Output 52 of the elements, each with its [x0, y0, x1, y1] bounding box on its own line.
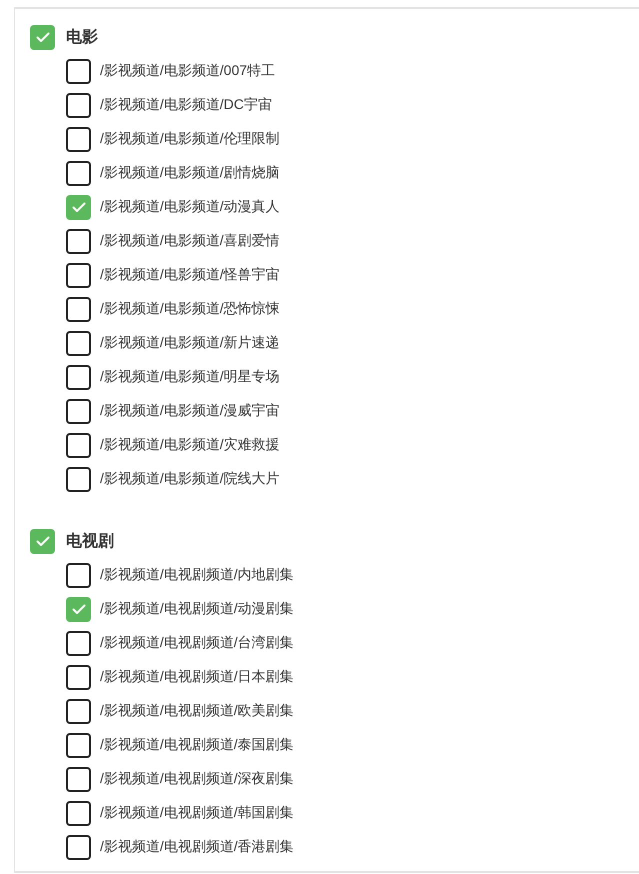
- channel-path-label: /影视频道/电影频道/DC宇宙: [100, 96, 272, 114]
- channel-path-label: /影视频道/电视剧频道/香港剧集: [100, 838, 294, 856]
- checkbox[interactable]: [66, 732, 91, 758]
- checkbox[interactable]: [66, 800, 91, 826]
- channel-path-label: /影视频道/电影频道/漫威宇宙: [100, 402, 280, 420]
- checkbox[interactable]: [66, 834, 91, 860]
- channel-path-label: /影视频道/电视剧频道/泰国剧集: [100, 736, 294, 754]
- checkbox[interactable]: [66, 432, 91, 458]
- channel-path-label: /影视频道/电视剧频道/韩国剧集: [100, 804, 294, 822]
- checkbox[interactable]: [66, 262, 91, 288]
- check-icon: [72, 202, 86, 212]
- channel-path-label: /影视频道/电视剧频道/深夜剧集: [100, 770, 294, 788]
- checkbox[interactable]: [66, 630, 91, 656]
- checkbox[interactable]: [66, 330, 91, 356]
- channel-path-label: /影视频道/电影频道/新片速递: [100, 334, 280, 352]
- channel-path-label: /影视频道/电视剧频道/日本剧集: [100, 668, 294, 686]
- checkbox[interactable]: [66, 562, 91, 588]
- checkbox[interactable]: [66, 596, 91, 622]
- checkbox[interactable]: [66, 58, 91, 84]
- checkbox[interactable]: [66, 466, 91, 492]
- check-icon: [72, 604, 86, 614]
- channel-path-label: /影视频道/电视剧频道/台湾剧集: [100, 634, 294, 652]
- checkbox[interactable]: [66, 766, 91, 792]
- check-icon: [36, 32, 50, 42]
- checkbox[interactable]: [66, 364, 91, 390]
- channel-path-label: /影视频道/电影频道/剧情烧脑: [100, 164, 280, 182]
- check-icon: [36, 536, 50, 546]
- channel-path-label: /影视频道/电影频道/伦理限制: [100, 130, 280, 148]
- channel-path-label: /影视频道/电影频道/灾难救援: [100, 436, 280, 454]
- checkbox[interactable]: [66, 126, 91, 152]
- checkbox[interactable]: [66, 160, 91, 186]
- channel-path-label: /影视频道/电影频道/动漫真人: [100, 198, 280, 216]
- channel-path-label: /影视频道/电影频道/怪兽宇宙: [100, 266, 280, 284]
- category-label: 电视剧: [66, 531, 114, 552]
- channel-path-label: /影视频道/电影频道/恐怖惊悚: [100, 300, 280, 318]
- checkbox[interactable]: [30, 24, 55, 50]
- checkbox[interactable]: [66, 194, 91, 220]
- category-label: 电影: [66, 28, 98, 48]
- channel-path-label: /影视频道/电视剧频道/动漫剧集: [100, 600, 294, 618]
- checkbox[interactable]: [66, 228, 91, 254]
- channel-path-label: /影视频道/电影频道/007特工: [100, 62, 276, 80]
- checkbox[interactable]: [30, 528, 55, 554]
- checkbox[interactable]: [66, 296, 91, 322]
- checkbox[interactable]: [66, 698, 91, 724]
- channel-path-label: /影视频道/电影频道/院线大片: [100, 470, 280, 488]
- checkbox[interactable]: [66, 664, 91, 690]
- checkbox[interactable]: [66, 398, 91, 424]
- channel-path-label: /影视频道/电视剧频道/内地剧集: [100, 566, 294, 584]
- channel-path-label: /影视频道/电视剧频道/欧美剧集: [100, 702, 294, 720]
- channel-path-label: /影视频道/电影频道/明星专场: [100, 368, 280, 386]
- checkbox[interactable]: [66, 92, 91, 118]
- channel-path-label: /影视频道/电影频道/喜剧爱情: [100, 232, 280, 250]
